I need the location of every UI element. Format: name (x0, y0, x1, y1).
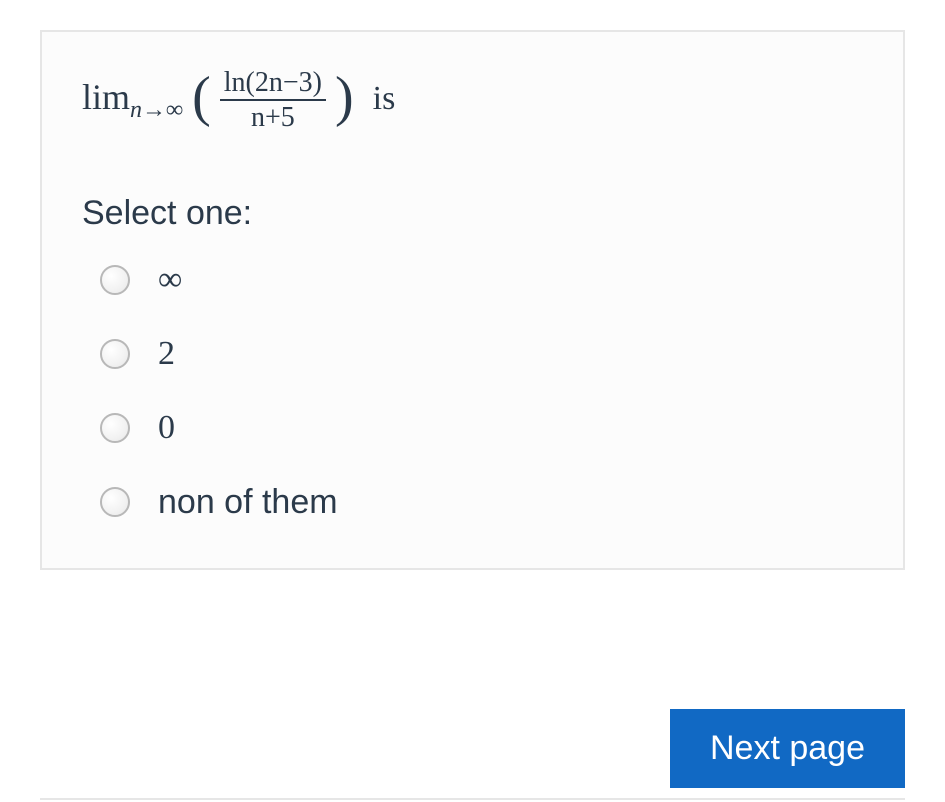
divider (40, 798, 905, 800)
option-label: ∞ (158, 261, 182, 299)
fraction-numerator: ln(2n−3) (220, 68, 326, 101)
question-card: limn→∞ ( ln(2n−3) n+5 ) is Select one: ∞… (40, 30, 905, 570)
radio-icon[interactable] (100, 487, 130, 517)
paren-close: ) (335, 66, 354, 128)
option-row[interactable]: non of them (100, 483, 863, 522)
next-page-button[interactable]: Next page (670, 709, 905, 788)
fraction-denominator: n+5 (220, 101, 326, 134)
question-trailing: is (373, 80, 396, 117)
option-row[interactable]: 0 (100, 409, 863, 447)
page-wrap: limn→∞ ( ln(2n−3) n+5 ) is Select one: ∞… (0, 0, 945, 802)
option-row[interactable]: 2 (100, 335, 863, 373)
select-one-label: Select one: (82, 194, 863, 233)
radio-icon[interactable] (100, 265, 130, 295)
radio-icon[interactable] (100, 339, 130, 369)
option-row[interactable]: ∞ (100, 261, 863, 299)
option-label: 0 (158, 409, 175, 447)
limit-subscript: n→∞ (130, 97, 183, 123)
paren-open: ( (192, 66, 211, 128)
option-label: non of them (158, 483, 338, 522)
radio-icon[interactable] (100, 413, 130, 443)
question-stem: limn→∞ ( ln(2n−3) n+5 ) is (82, 68, 863, 134)
limit-operator: lim (82, 77, 130, 117)
fraction: ln(2n−3) n+5 (220, 68, 326, 134)
option-label: 2 (158, 335, 175, 373)
